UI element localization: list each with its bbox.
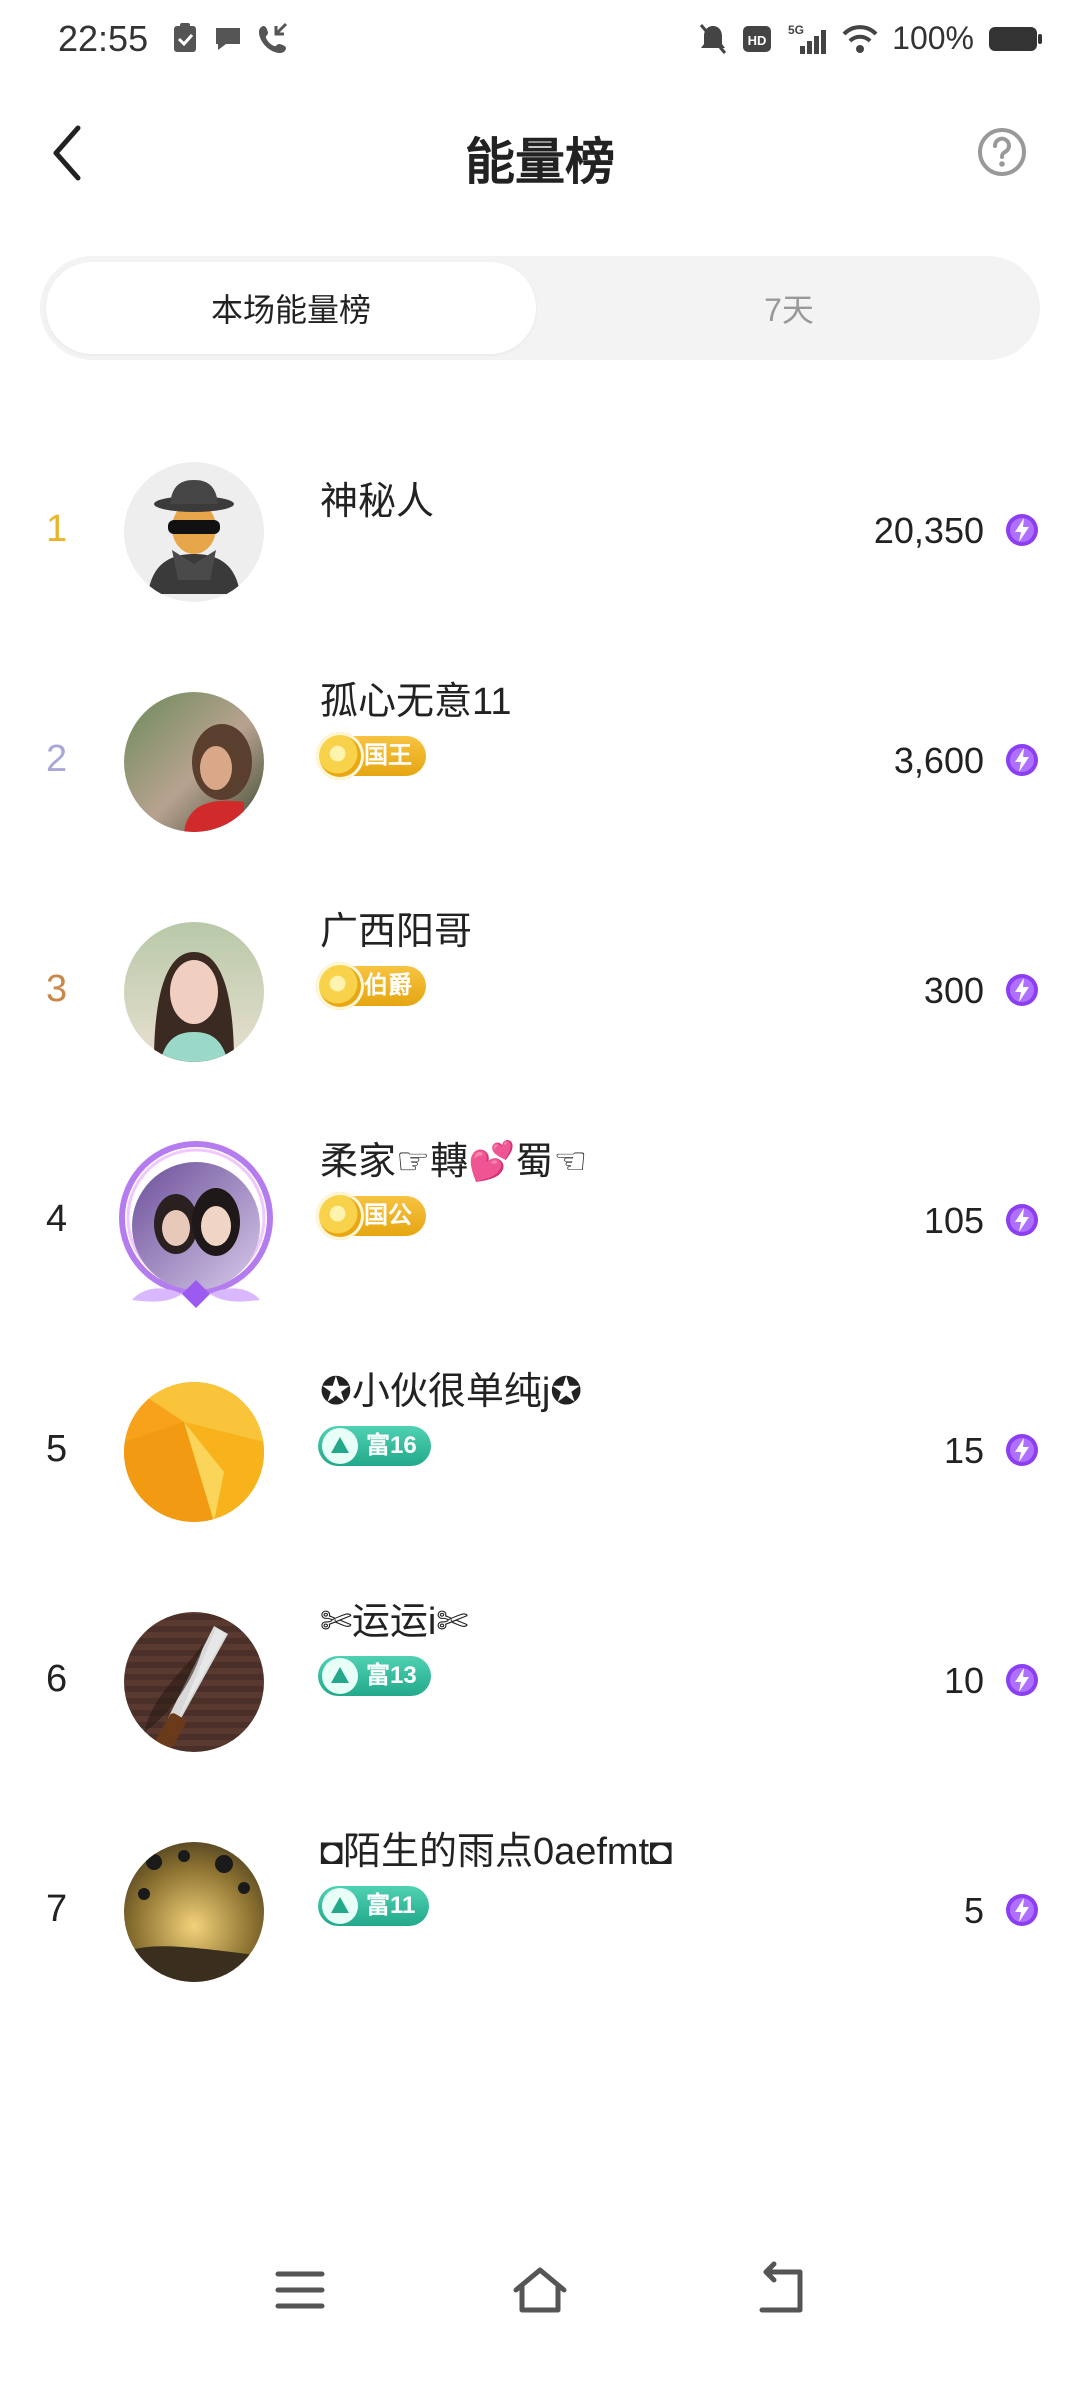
system-status-icons: HD 5G 100% [698,20,1044,57]
energy-score: 300 [923,970,984,1011]
lanterns-avatar-icon [124,1850,264,1982]
energy-bolt-icon [1006,744,1038,776]
rank-number: 5 [46,1428,68,1470]
rank-number: 2 [46,738,68,780]
ranking-row-3[interactable]: 3 广西阳哥 伯爵 300 [0,880,1080,1110]
avatar[interactable] [124,1382,264,1522]
energy-score: 3,600 [893,740,984,781]
user-name: 柔家☞轉💕蜀☜ [320,1141,588,1183]
help-icon[interactable] [976,126,1028,178]
tab-7-days[interactable]: 7天 [544,262,1034,354]
level-badge: 国王 [316,732,426,780]
energy-bolt-icon [1006,1894,1038,1926]
svg-text:HD: HD [748,33,767,48]
energy-score: 15 [943,1430,984,1471]
silent-bell-icon [700,23,727,54]
status-time: 22:55 [58,18,149,59]
avatar[interactable] [124,922,264,1062]
header: 能量榜 [0,100,1080,210]
crown-coin-icon [316,732,364,780]
system-nav-bar [0,2260,1080,2360]
user-photo-icon [154,952,234,1062]
tab-bar: 本场能量榜 7天 [40,256,1040,360]
user-name: ✪小伙很单纯j✪ [320,1371,583,1413]
page-title: 能量榜 [465,134,615,190]
level-badge: 国公 [316,1192,426,1240]
wealth-level-icon [322,1658,358,1694]
home-icon[interactable] [510,2260,570,2320]
crown-coin-icon [316,962,364,1010]
rank-number: 3 [46,968,68,1010]
tab-current-session[interactable]: 本场能量榜 [46,262,536,354]
ranking-row-7[interactable]: 7 ◘陌生的雨点0aefmt◘ 富11 5 [0,1800,1080,2030]
user-name: ◘陌生的雨点0aefmt◘ [320,1831,673,1873]
battery-icon [989,26,1042,51]
energy-bolt-icon [1006,514,1038,546]
user-photo-icon [184,724,252,832]
wealth-level-icon [322,1428,358,1464]
level-badge: 富16 [318,1424,431,1468]
energy-bolt-icon [1006,974,1038,1006]
user-name: ✄运运i✄ [320,1601,469,1643]
energy-score: 10 [943,1660,984,1701]
energy-bolt-icon [1006,1434,1038,1466]
user-name: 孤心无意11 [320,681,512,723]
user-name: 神秘人 [320,481,435,523]
level-badge: 富13 [318,1654,431,1698]
rank-number: 7 [46,1888,68,1930]
5g-signal-icon: 5G [788,23,827,54]
wealth-level-icon [322,1888,358,1924]
avatar[interactable] [132,1162,260,1290]
ranking-row-5[interactable]: 5 ✪小伙很单纯j✪ 富16 15 [0,1340,1080,1570]
mystery-person-avatar-icon [124,462,264,602]
dagger-avatar-icon [144,1626,228,1749]
user-name: 广西阳哥 [320,911,473,953]
clipboard-icon [174,23,196,52]
menu-icon[interactable] [270,2260,330,2320]
avatar[interactable] [124,462,264,602]
back-nav-icon[interactable] [752,2260,812,2320]
rank-number: 6 [46,1658,68,1700]
avatar[interactable] [124,1842,264,1982]
battery-percent: 100% [892,20,974,56]
level-badge: 富11 [318,1884,430,1928]
ranking-row-6[interactable]: 6 ✄运运i✄ 富13 10 [0,1570,1080,1800]
rank-number: 1 [46,508,68,550]
energy-score: 5 [963,1890,984,1931]
ranking-row-4[interactable]: 4 柔家☞轉💕蜀☜ 国公 105 [0,1110,1080,1340]
energy-score: 20,350 [873,510,984,551]
energy-score: 105 [923,1200,984,1241]
rank-number: 4 [46,1198,68,1240]
crown-coin-icon [316,1192,364,1240]
missed-call-icon [259,22,288,53]
avatar[interactable] [124,692,264,832]
energy-bolt-icon [1006,1664,1038,1696]
energy-bolt-icon [1006,1204,1038,1236]
geometric-orange-avatar-icon [124,1382,264,1522]
hd-icon: HD [743,25,772,52]
svg-text:5G: 5G [788,23,804,37]
ranking-row-1[interactable]: 1 神秘人 20,350 [0,420,1080,650]
wing-ornament-icon [132,1280,260,1308]
ranking-row-2[interactable]: 2 孤心无意11 国王 3,600 [0,650,1080,880]
level-badge: 伯爵 [316,962,426,1010]
notification-icons [172,22,290,54]
user-photo-icon [154,1188,240,1256]
chat-bubble-icon [216,28,240,50]
status-bar: 22:55 HD 5G 100% [0,0,1080,84]
wifi-icon [842,24,878,53]
avatar[interactable] [124,1612,264,1752]
